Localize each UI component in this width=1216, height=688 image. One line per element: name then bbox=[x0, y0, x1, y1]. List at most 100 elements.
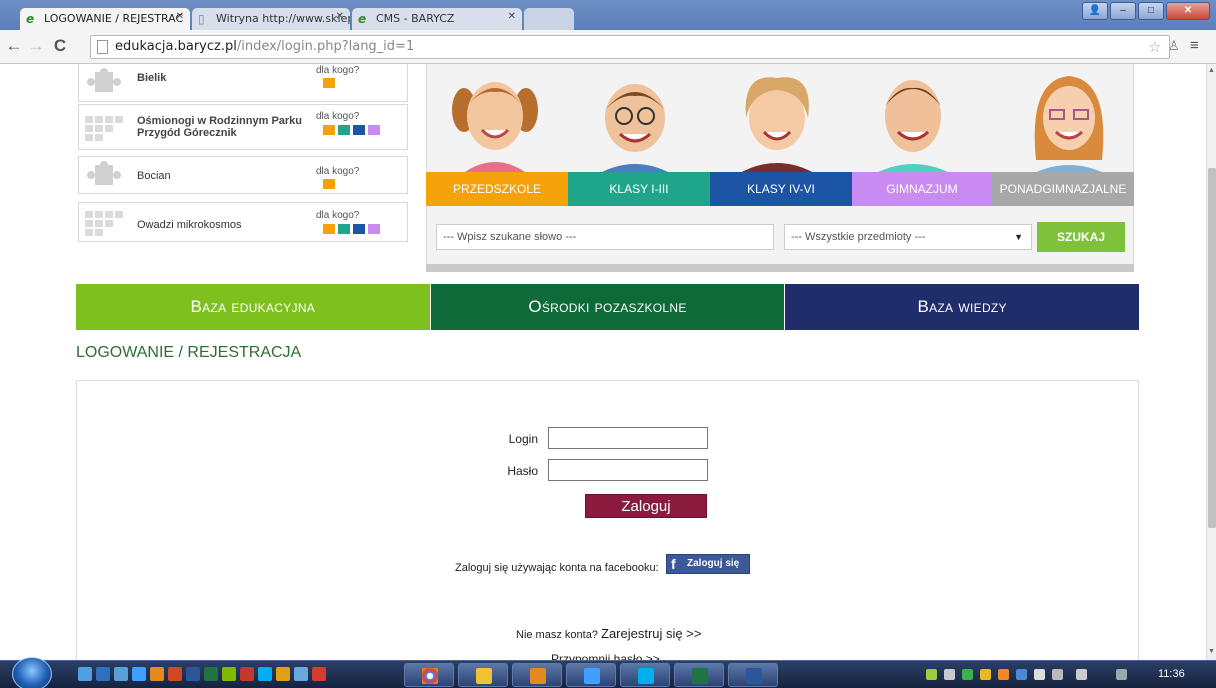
audience-orange-square bbox=[323, 78, 335, 88]
program-item[interactable]: Bocian dla kogo? bbox=[78, 156, 408, 194]
extension-icon[interactable]: ♙ bbox=[1168, 38, 1180, 54]
word-icon[interactable] bbox=[186, 667, 200, 681]
start-button[interactable] bbox=[12, 657, 52, 688]
audience-blue-square bbox=[353, 125, 365, 135]
quicklaunch-icon[interactable] bbox=[96, 667, 110, 681]
quicklaunch-icon[interactable] bbox=[78, 667, 92, 681]
address-bar[interactable]: edukacja.barycz.pl/index/login.php?lang_… bbox=[90, 35, 1170, 59]
tab-close-icon[interactable]: ✕ bbox=[336, 11, 344, 22]
taskbar-excel-button[interactable] bbox=[674, 663, 724, 687]
signal-icon[interactable] bbox=[1052, 669, 1063, 680]
tab-cms[interactable]: e CMS - BARYCZ ✕ bbox=[352, 8, 522, 30]
scroll-up-arrow-icon[interactable]: ▲ bbox=[1208, 67, 1215, 74]
tray-icon[interactable] bbox=[1016, 669, 1027, 680]
nav-baza-wiedzy[interactable]: Baza wiedzy bbox=[784, 284, 1140, 330]
scroll-down-arrow-icon[interactable]: ▼ bbox=[1208, 648, 1215, 655]
tab-close-icon[interactable]: ✕ bbox=[176, 11, 184, 22]
login-submit-button[interactable]: Zaloguj bbox=[585, 494, 707, 518]
category-klasy-1-3[interactable]: KLASY I-III bbox=[568, 172, 710, 206]
quicklaunch-icon[interactable] bbox=[240, 667, 254, 681]
puzzle-icon bbox=[87, 68, 121, 92]
minimize-button[interactable]: – bbox=[1110, 2, 1136, 20]
category-przedszkole[interactable]: PRZEDSZKOLE bbox=[426, 172, 568, 206]
program-title: Ośmionogi w Rodzinnym Parku Przygód Góre… bbox=[137, 115, 303, 139]
login-field[interactable] bbox=[548, 427, 708, 449]
child-photo bbox=[874, 80, 952, 174]
nav-osrodki-pozaszkolne[interactable]: Ośrodki pozaszkolne bbox=[429, 284, 785, 330]
ie-icon[interactable] bbox=[132, 667, 146, 681]
taskbar-chrome-button[interactable] bbox=[404, 663, 454, 687]
powerpoint-icon[interactable] bbox=[168, 667, 182, 681]
bookmark-star-icon[interactable]: ☆ bbox=[1148, 38, 1161, 56]
outlook-icon[interactable] bbox=[150, 667, 164, 681]
main-navigation: Baza edukacyjna Ośrodki pozaszkolne Baza… bbox=[76, 284, 1140, 330]
tab-close-icon[interactable]: ✕ bbox=[508, 11, 516, 22]
url-host: edukacja.barycz.pl bbox=[115, 39, 237, 54]
tray-icon[interactable] bbox=[998, 669, 1009, 680]
browser-tabstrip: e LOGOWANIE / REJESTRAC ✕ ▯ Witryna http… bbox=[0, 0, 1216, 30]
excel-icon[interactable] bbox=[204, 667, 218, 681]
folder-icon bbox=[476, 668, 492, 684]
tab-title: CMS - BARYCZ bbox=[376, 12, 455, 25]
category-gimnazjum[interactable]: GIMNAZJUM bbox=[852, 172, 992, 206]
subject-select[interactable]: --- Wszystkie przedmioty --- ▼ bbox=[784, 224, 1032, 250]
taskbar-outlook-button[interactable] bbox=[512, 663, 562, 687]
category-klasy-4-6[interactable]: KLASY IV-VI bbox=[710, 172, 852, 206]
tab-login[interactable]: e LOGOWANIE / REJESTRAC ✕ bbox=[20, 8, 190, 30]
dropdown-arrow-icon: ▼ bbox=[1014, 232, 1023, 242]
tab-shop[interactable]: ▯ Witryna http://www.sklep ✕ bbox=[192, 8, 350, 30]
tray-icon[interactable] bbox=[1076, 669, 1087, 680]
quicklaunch-icon[interactable] bbox=[222, 667, 236, 681]
puzzle-grid-icon bbox=[85, 116, 123, 141]
user-icon[interactable]: 👤 bbox=[1082, 2, 1108, 20]
reload-icon[interactable]: C bbox=[50, 36, 70, 56]
search-button[interactable]: SZUKAJ bbox=[1037, 222, 1125, 252]
outlook-icon bbox=[530, 668, 546, 684]
window-controls: 👤 – □ ✕ bbox=[1082, 2, 1210, 22]
register-link[interactable]: Zarejestruj się >> bbox=[601, 626, 701, 641]
program-title: Bielik bbox=[137, 72, 167, 84]
quicklaunch-icon[interactable] bbox=[276, 667, 290, 681]
scroll-thumb[interactable] bbox=[1208, 168, 1216, 528]
taskbar-word-button[interactable] bbox=[728, 663, 778, 687]
audience-dots bbox=[323, 125, 380, 135]
register-prefix: Nie masz konta? bbox=[516, 629, 598, 641]
back-arrow-icon[interactable]: ← bbox=[4, 36, 24, 56]
password-field[interactable] bbox=[548, 459, 708, 481]
search-input[interactable]: --- Wpisz szukane słowo --- bbox=[436, 224, 774, 250]
printer-icon[interactable] bbox=[944, 669, 955, 680]
new-tab-button[interactable] bbox=[524, 8, 574, 30]
site-favicon-icon: e bbox=[26, 12, 35, 26]
taskbar-ie-button[interactable] bbox=[566, 663, 616, 687]
search-placeholder: --- Wpisz szukane słowo --- bbox=[443, 231, 577, 243]
program-item[interactable]: Owadzi mikrokosmos dla kogo? bbox=[78, 202, 408, 242]
facebook-icon: f bbox=[671, 556, 676, 572]
taskbar-explorer-button[interactable] bbox=[458, 663, 508, 687]
forward-arrow-icon[interactable]: → bbox=[26, 36, 46, 56]
taskbar-skype-button[interactable] bbox=[620, 663, 670, 687]
audience-dots bbox=[323, 224, 380, 234]
quicklaunch-icon[interactable] bbox=[114, 667, 128, 681]
excel-icon bbox=[692, 668, 708, 684]
for-who-label: dla kogo? bbox=[316, 65, 360, 76]
nav-baza-edukacyjna[interactable]: Baza edukacyjna bbox=[76, 284, 430, 330]
audience-orange-square bbox=[323, 179, 335, 189]
tray-icon[interactable] bbox=[926, 669, 937, 680]
quicklaunch-icon[interactable] bbox=[294, 667, 308, 681]
remind-password-link[interactable]: Przypomnij hasło >> bbox=[551, 652, 660, 660]
program-item[interactable]: Bielik dla kogo? bbox=[78, 64, 408, 102]
tray-icon[interactable] bbox=[962, 669, 973, 680]
url-path: /index/login.php?lang_id=1 bbox=[236, 39, 415, 54]
browser-menu-icon[interactable]: ≡ bbox=[1190, 37, 1199, 54]
category-ponadgimnazjalne[interactable]: PONADGIMNAZJALNE bbox=[992, 172, 1134, 206]
volume-icon[interactable] bbox=[1034, 669, 1045, 680]
network-icon[interactable] bbox=[980, 669, 991, 680]
close-window-button[interactable]: ✕ bbox=[1166, 2, 1210, 20]
skype-icon[interactable] bbox=[258, 667, 272, 681]
facebook-login-button[interactable]: f Zaloguj się bbox=[666, 554, 750, 574]
program-item[interactable]: Ośmionogi w Rodzinnym Parku Przygód Góre… bbox=[78, 104, 408, 150]
acrobat-icon[interactable] bbox=[312, 667, 326, 681]
maximize-button[interactable]: □ bbox=[1138, 2, 1164, 20]
page-scrollbar[interactable]: ▲ ▼ bbox=[1206, 64, 1216, 660]
action-center-icon[interactable] bbox=[1116, 669, 1127, 680]
